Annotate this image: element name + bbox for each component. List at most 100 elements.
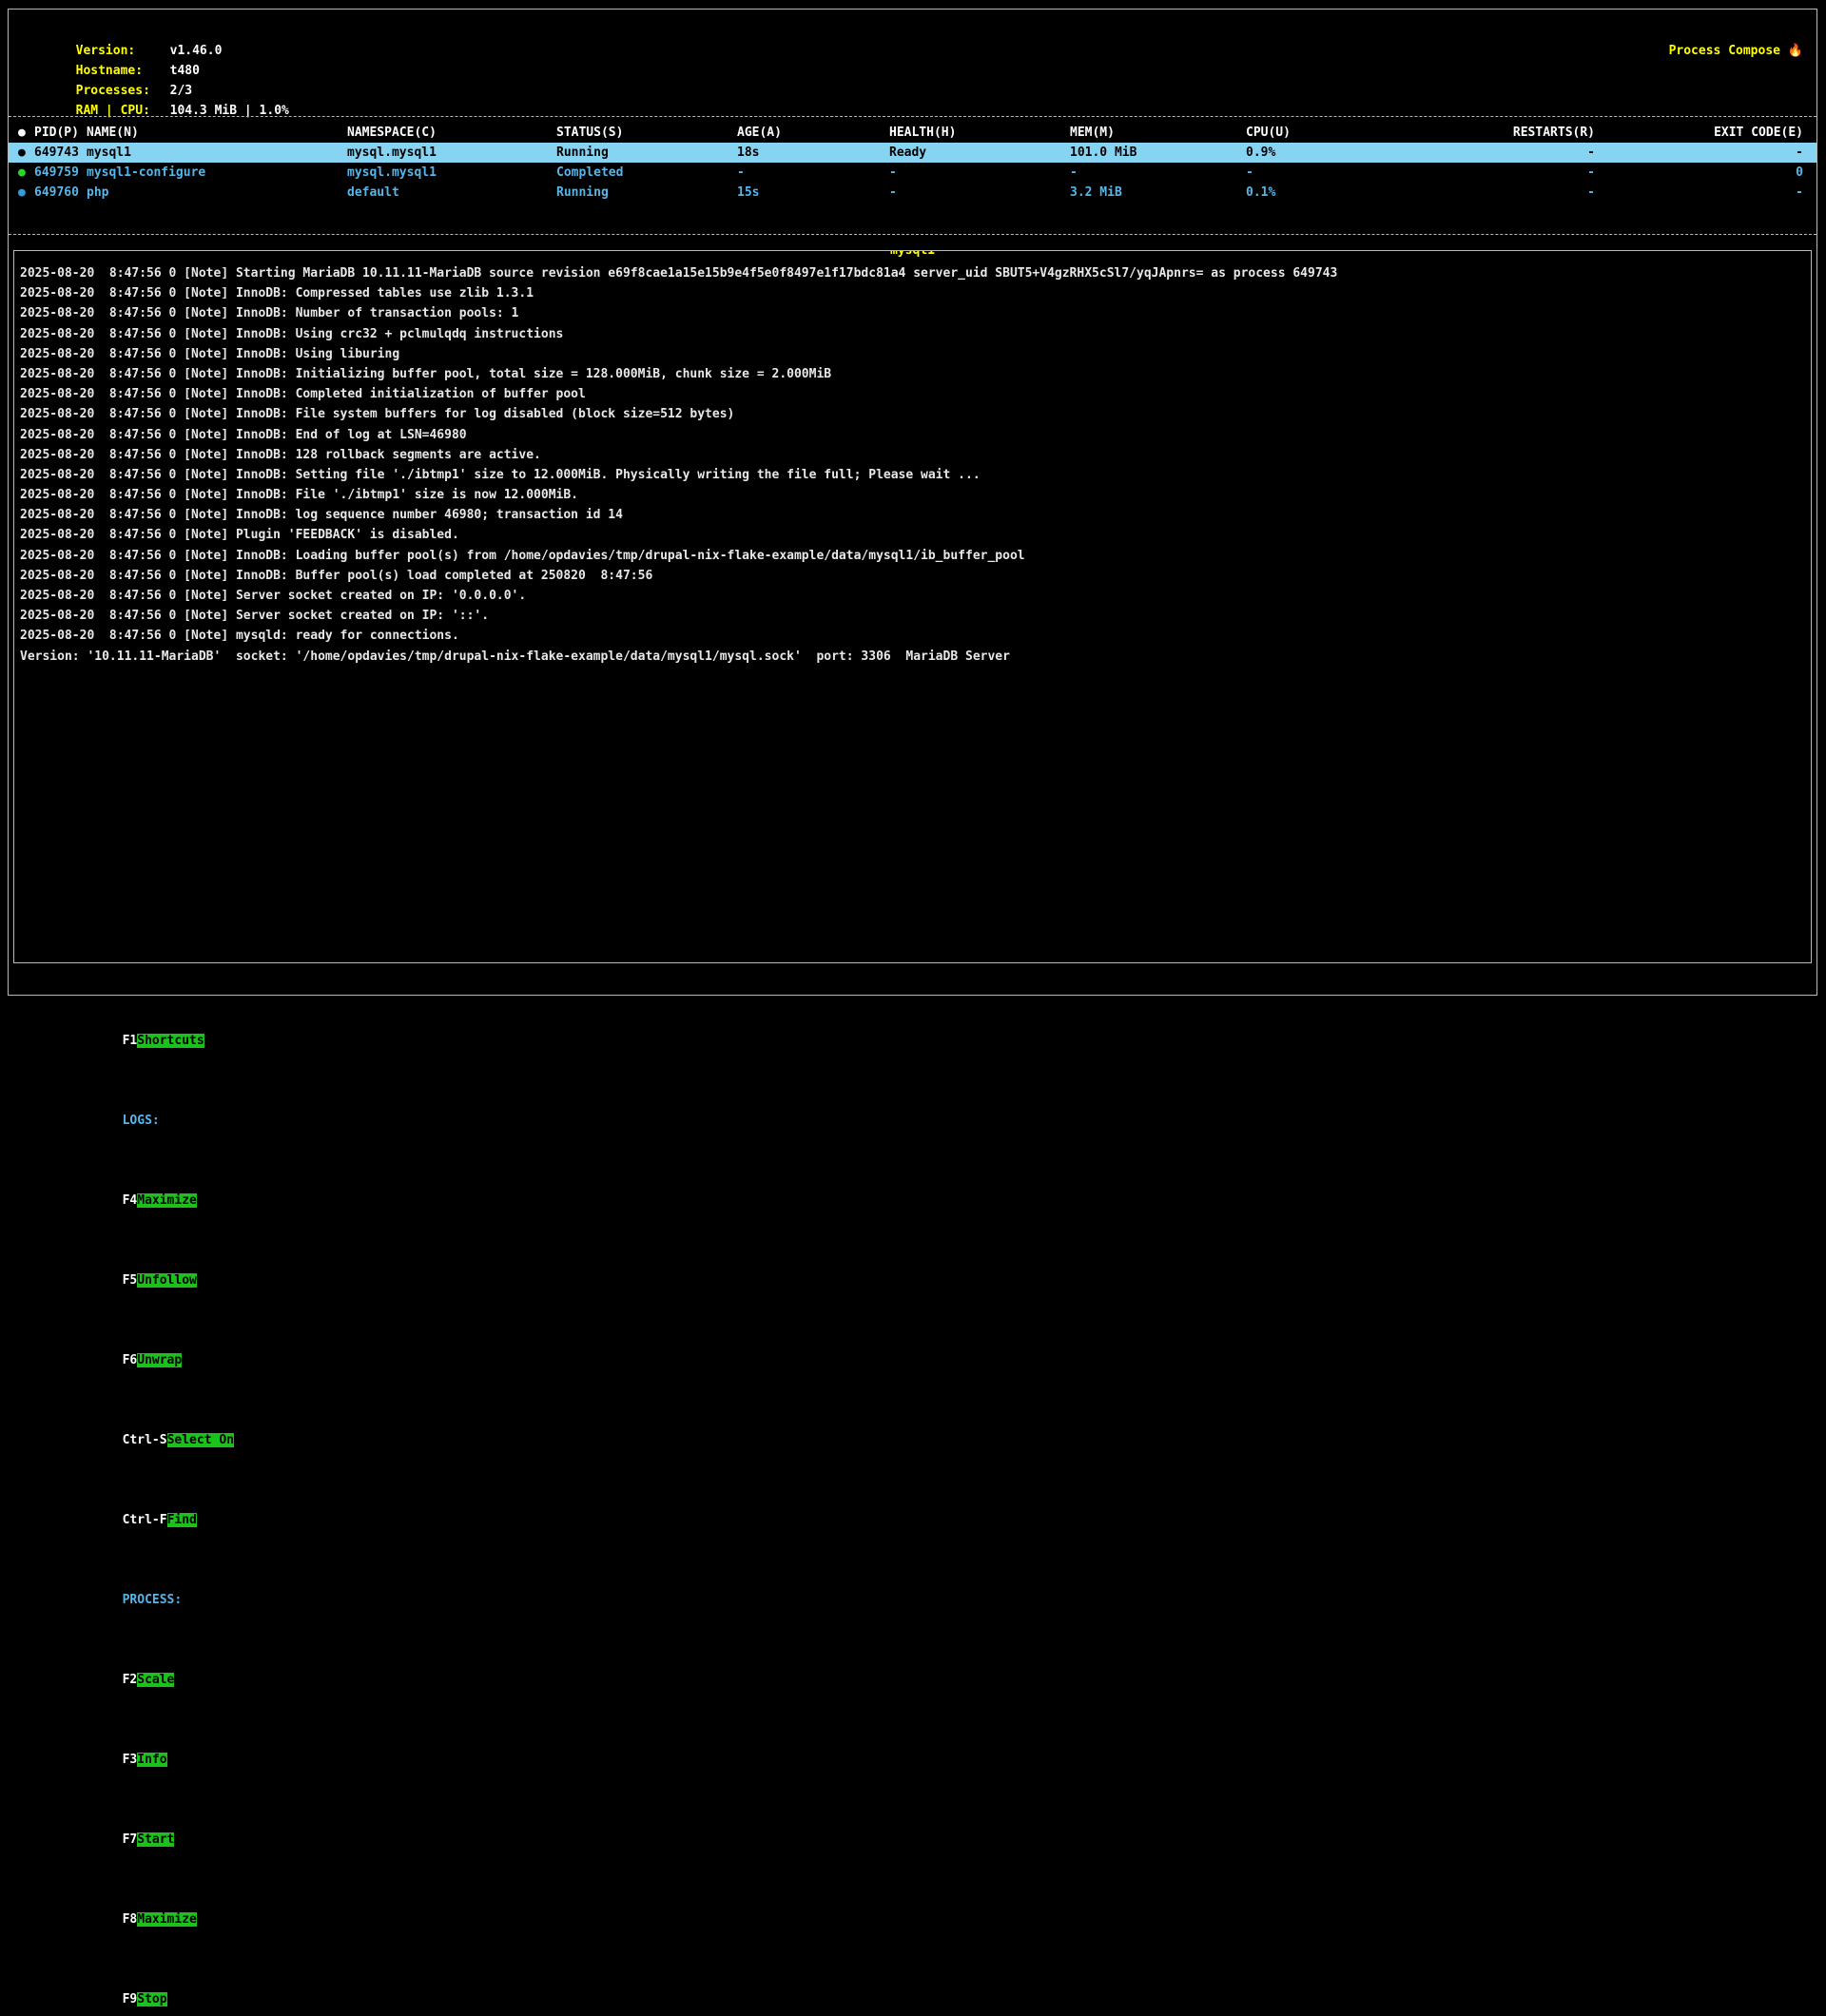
col-mem: MEM(M) [1070,123,1246,143]
shortcut-action: Maximize [137,1912,197,1927]
follow-dot-icon: ● [18,123,34,143]
cell-status: Running [556,183,737,203]
shortcut-item[interactable]: Ctrl-SSelect On [63,1410,234,1470]
shortcut-item[interactable]: F1Shortcuts [63,1011,204,1071]
shortcut-action: Shortcuts [137,1034,204,1048]
shortcut-item[interactable]: F7Start [63,1810,174,1870]
shortcut-action: Unwrap [137,1353,182,1367]
table-top-separator [9,116,1816,117]
cell-exit-code: - [1595,183,1803,203]
shortcut-item[interactable]: F5Unfollow [63,1250,197,1310]
shortcut-item[interactable]: LOGS: [63,1091,160,1151]
process-row[interactable]: ● 649760 php default Running 15s - 3.2 M… [9,183,1816,203]
cell-health: - [889,183,1070,203]
log-line: 2025-08-20 8:47:56 0 [Note] InnoDB: log … [20,505,1805,525]
shortcut-item[interactable]: F9Stop [63,1969,167,2016]
col-age: AGE(A) [737,123,889,143]
process-row[interactable]: ● 649759 mysql1-configure mysql.mysql1 C… [9,163,1816,183]
cell-exit-code: 0 [1595,163,1803,183]
log-line: 2025-08-20 8:47:56 0 [Note] InnoDB: Load… [20,546,1805,566]
cell-health: - [889,163,1070,183]
log-line: 2025-08-20 8:47:56 0 [Note] Server socke… [20,606,1805,626]
process-table: ● PID(P) NAME(N) NAMESPACE(C) STATUS(S) … [9,123,1816,203]
cell-cpu: - [1246,163,1493,183]
shortcut-key: F7 [123,1832,138,1847]
status-dot-icon: ● [18,163,34,183]
col-restarts: RESTARTS(R) [1493,123,1595,143]
shortcut-item[interactable]: F3Info [63,1730,167,1790]
cell-restarts: - [1493,163,1595,183]
shortcut-item[interactable]: F2Scale [63,1650,174,1710]
log-line: 2025-08-20 8:47:56 0 [Note] InnoDB: Init… [20,364,1805,384]
cell-restarts: - [1493,183,1595,203]
info-value: v1.46.0 [170,44,223,58]
col-cpu: CPU(U) [1246,123,1493,143]
col-status: STATUS(S) [556,123,737,143]
info-label: Hostname: [76,61,170,81]
shortcut-key: F1 [123,1034,138,1048]
fire-icon: 🔥 [1788,44,1803,58]
shortcut-action: Start [137,1832,174,1847]
cell-pid: 649743 [34,143,87,163]
col-name: NAME(N) [87,123,347,143]
shortcut-item[interactable]: Ctrl-FFind [63,1490,197,1550]
info-label: RAM | CPU: [76,101,170,121]
cell-exit-code: - [1595,143,1803,163]
cell-age: 15s [737,183,889,203]
info-label: Version: [76,41,170,61]
system-info: Version:v1.46.0 Hostname:t480 Processes:… [16,21,289,101]
shortcut-key: F3 [123,1753,138,1767]
shortcut-key: F9 [123,1992,138,2006]
table-bottom-separator [9,234,1816,235]
cell-cpu: 0.9% [1246,143,1493,163]
cell-mem: 101.0 MiB [1070,143,1246,163]
log-line: 2025-08-20 8:47:56 0 [Note] InnoDB: Usin… [20,324,1805,344]
log-line: 2025-08-20 8:47:56 0 [Note] InnoDB: Comp… [20,384,1805,404]
col-namespace: NAMESPACE(C) [347,123,556,143]
cell-status: Completed [556,163,737,183]
cell-health: Ready [889,143,1070,163]
shortcut-action: Maximize [137,1193,197,1208]
shortcut-key: F6 [123,1353,138,1367]
log-line: 2025-08-20 8:47:56 0 [Note] InnoDB: Sett… [20,465,1805,485]
shortcut-item[interactable]: PROCESS: [63,1570,182,1630]
cell-pid: 649759 [34,163,87,183]
log-panel-title: mysql1 [889,250,936,261]
shortcut-action: Unfollow [137,1273,197,1288]
log-body: 2025-08-20 8:47:56 0 [Note] Starting Mar… [14,251,1811,667]
log-line: 2025-08-20 8:47:56 0 [Note] InnoDB: Numb… [20,303,1805,323]
shortcut-item[interactable]: F4Maximize [63,1171,197,1231]
process-row[interactable]: ● 649743 mysql1 mysql.mysql1 Running 18s… [9,143,1816,163]
log-line: 2025-08-20 8:47:56 0 [Note] mysqld: read… [20,626,1805,646]
status-dot-icon: ● [18,183,34,203]
shortcut-key: F5 [123,1273,138,1288]
info-row: Version:v1.46.0 [16,21,289,41]
app-title: Process Compose 🔥 [1639,21,1803,41]
col-pid: PID(P) [34,123,87,143]
shortcut-section-label: PROCESS: [123,1593,183,1607]
cell-namespace: mysql.mysql1 [347,163,556,183]
shortcut-key: Ctrl-S [123,1433,167,1447]
cell-name: mysql1-configure [87,163,347,183]
info-label: Processes: [76,81,170,101]
log-line: Version: '10.11.11-MariaDB' socket: '/ho… [20,647,1805,667]
log-line: 2025-08-20 8:47:56 0 [Note] InnoDB: Comp… [20,283,1805,303]
log-line: 2025-08-20 8:47:56 0 [Note] InnoDB: Usin… [20,344,1805,364]
app-frame: Version:v1.46.0 Hostname:t480 Processes:… [8,9,1817,996]
shortcut-key: F4 [123,1193,138,1208]
cell-age: 18s [737,143,889,163]
shortcut-item[interactable]: F6Unwrap [63,1330,182,1390]
shortcut-action: Info [137,1753,166,1767]
log-line: 2025-08-20 8:47:56 0 [Note] InnoDB: Buff… [20,566,1805,586]
log-panel[interactable]: mysql1 2025-08-20 8:47:56 0 [Note] Start… [13,250,1812,963]
shortcut-action: Stop [137,1992,166,2006]
shortcut-key: F2 [123,1673,138,1687]
shortcut-item[interactable]: F8Maximize [63,1890,197,1949]
shortcut-key: F8 [123,1912,138,1927]
cell-namespace: mysql.mysql1 [347,143,556,163]
process-table-header: ● PID(P) NAME(N) NAMESPACE(C) STATUS(S) … [9,123,1816,143]
cell-mem: 3.2 MiB [1070,183,1246,203]
shortcut-action: Scale [137,1673,174,1687]
log-line: 2025-08-20 8:47:56 0 [Note] InnoDB: End … [20,425,1805,445]
info-value: 2/3 [170,84,192,98]
